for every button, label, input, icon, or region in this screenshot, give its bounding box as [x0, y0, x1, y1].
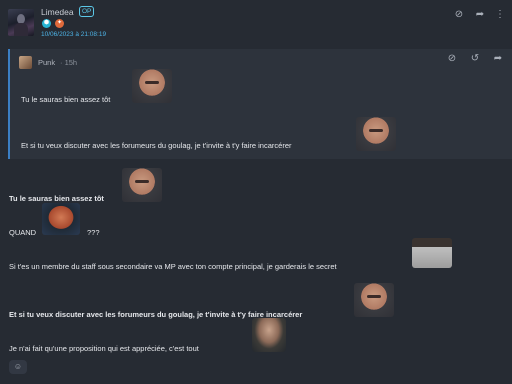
sticker-image: [132, 69, 172, 103]
body-line-3: ???: [87, 228, 100, 237]
author-avatar[interactable]: [8, 9, 34, 36]
sticker-image: [356, 117, 396, 151]
quote-line-1: Tu le sauras bien assez tôt: [21, 95, 111, 104]
body-line-1: Tu le sauras bien assez tôt: [9, 194, 104, 203]
add-reaction-icon: ☺: [13, 362, 23, 371]
body-line-2: QUAND: [9, 228, 37, 237]
add-reaction-button[interactable]: ☺: [9, 360, 27, 374]
sticker-image: [354, 283, 394, 317]
op-badge: OP: [79, 6, 95, 17]
more-icon[interactable]: ⋮: [494, 9, 506, 21]
sticker-image: [412, 238, 452, 268]
shield-badge-icon: ✦: [55, 19, 64, 28]
share-icon[interactable]: ➦: [474, 9, 486, 21]
sticker-image: [122, 168, 162, 202]
quote-time: · 15h: [60, 58, 78, 67]
post-date[interactable]: 10/06/2023 à 21:08:19: [41, 31, 106, 38]
share-icon[interactable]: ➦: [492, 53, 504, 65]
hide-icon[interactable]: ⊘: [453, 9, 465, 21]
quote-line-2: Et si tu veux discuter avec les forumeur…: [21, 141, 292, 150]
quote-author-name[interactable]: Punk: [38, 58, 55, 67]
body-line-6: Je n'ai fait qu'une proposition qui est …: [9, 344, 199, 353]
hexagon-badge-icon: ⬢: [42, 19, 51, 28]
hide-icon[interactable]: ⊘: [446, 53, 458, 65]
sticker-image: [42, 203, 80, 235]
author-name[interactable]: Limedea: [41, 7, 74, 17]
quote-author-avatar[interactable]: [19, 56, 32, 69]
sticker-image: [252, 318, 286, 352]
history-icon[interactable]: ↺: [469, 53, 481, 65]
body-line-4: Si t'es un membre du staff sous secondai…: [9, 262, 337, 271]
